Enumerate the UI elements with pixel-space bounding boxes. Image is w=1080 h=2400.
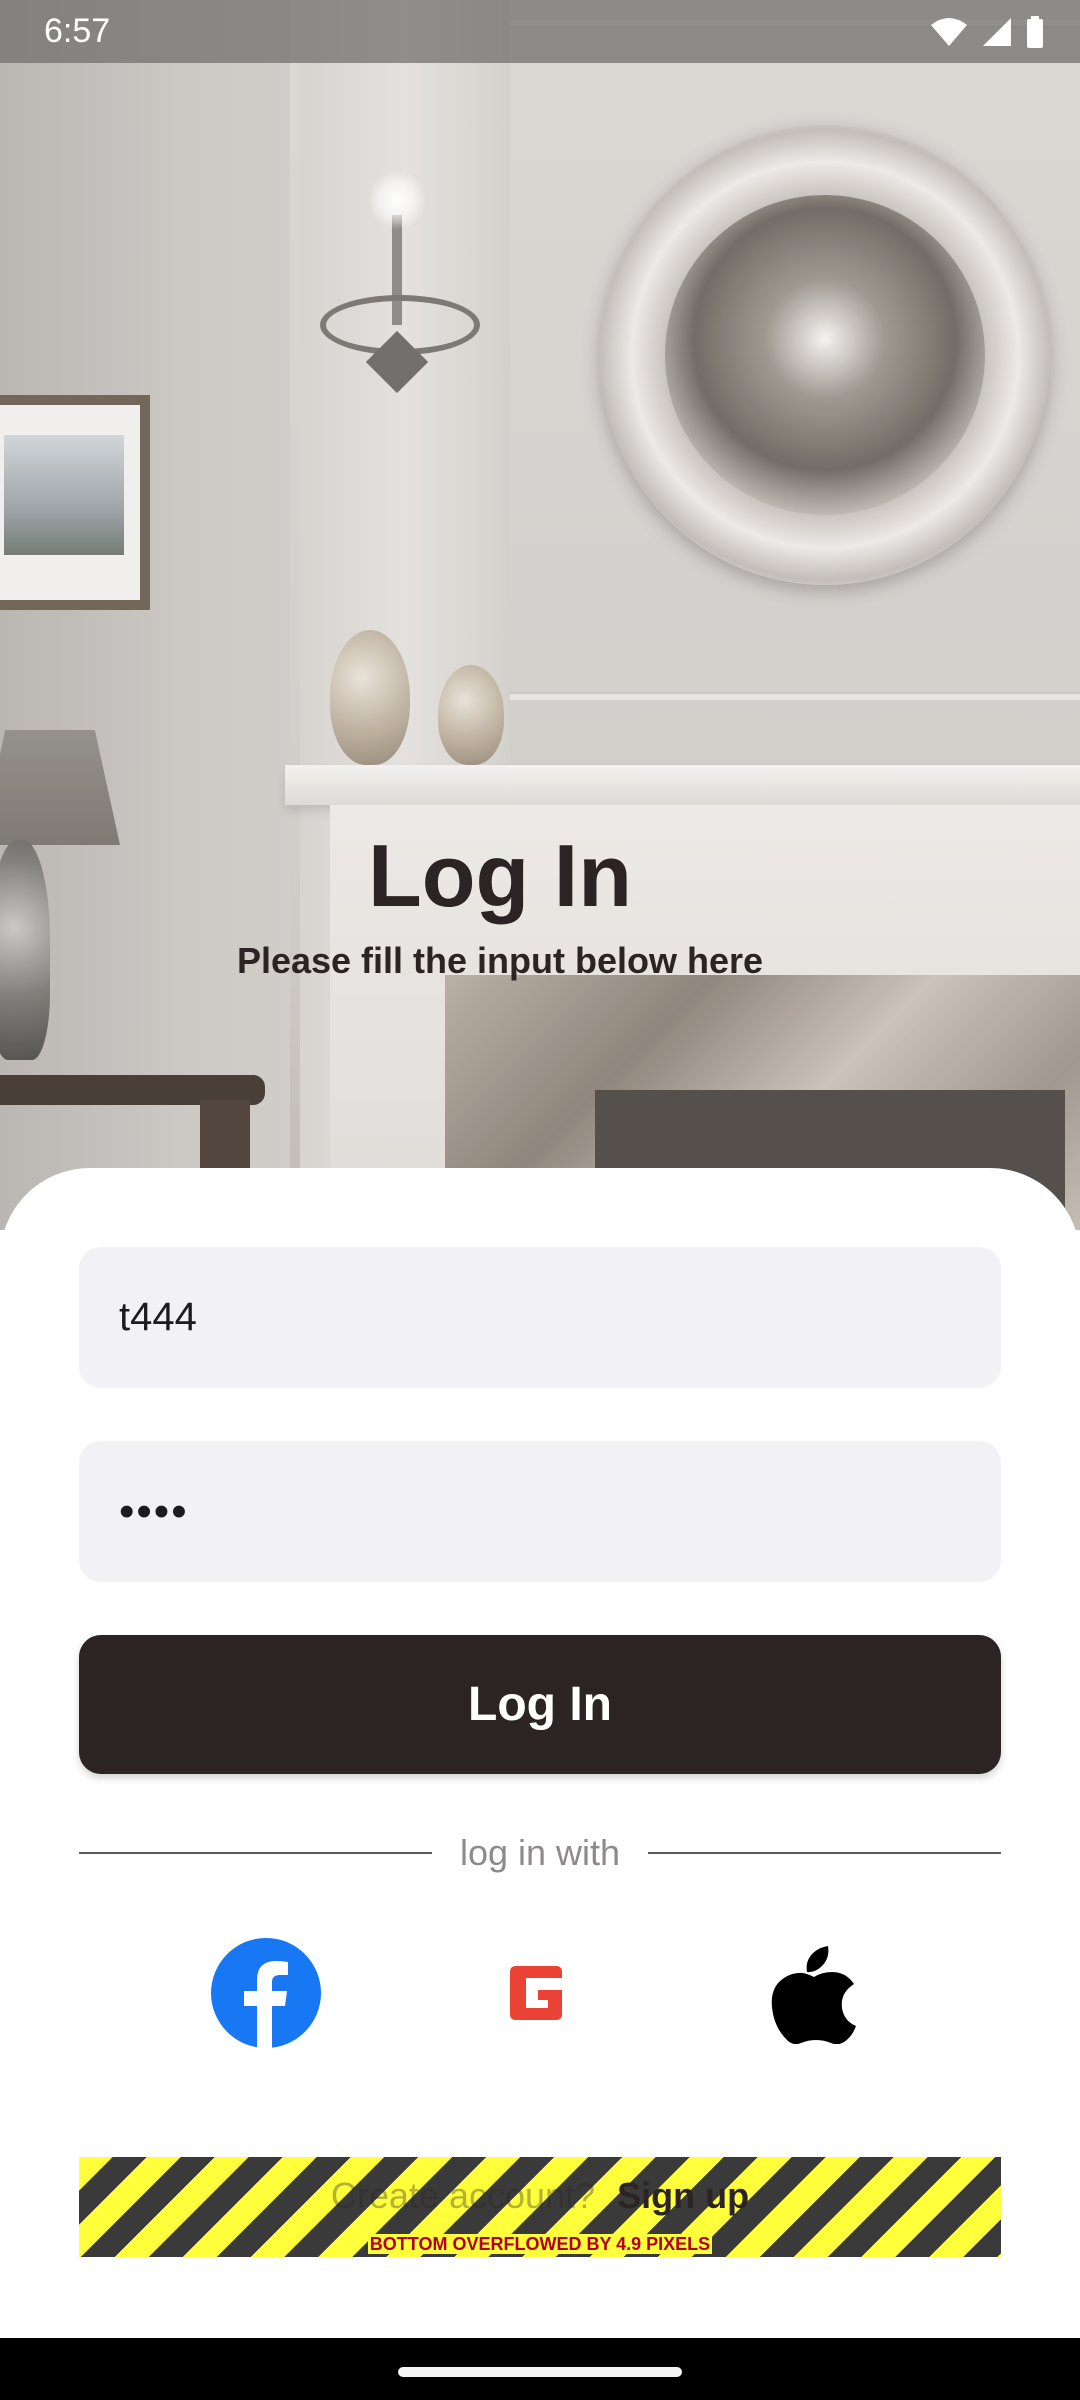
password-field[interactable]: ••••	[79, 1441, 1001, 1582]
page-title: Log In	[368, 826, 632, 925]
login-button-label: Log In	[468, 1678, 612, 1731]
username-value: t444	[119, 1295, 197, 1339]
home-gesture-handle[interactable]	[398, 2367, 682, 2377]
background-photo	[0, 0, 1080, 1230]
cellular-signal-icon	[983, 17, 1011, 46]
status-time: 6:57	[44, 12, 111, 50]
navigation-bar	[0, 2338, 1080, 2400]
username-field[interactable]: t444	[79, 1247, 1001, 1388]
facebook-icon	[211, 1938, 321, 2048]
apple-login-button[interactable]	[768, 1940, 860, 2046]
divider-line-right	[648, 1852, 1001, 1854]
login-screen: 6:57 Log In Please fill the input below …	[0, 0, 1080, 2400]
overflow-warning-label-wrap: BOTTOM OVERFLOWED BY 4.9 PIXELS	[79, 2234, 1001, 2255]
status-icons	[930, 15, 1044, 48]
login-button[interactable]: Log In	[79, 1635, 1001, 1774]
divider-text: log in with	[459, 1832, 621, 1873]
signup-link[interactable]: Sign up	[617, 2175, 749, 2216]
status-bar: 6:57	[0, 0, 1080, 63]
facebook-login-button[interactable]	[211, 1938, 321, 2048]
signup-prompt: Create account?	[330, 2175, 596, 2216]
apple-icon	[771, 1946, 856, 2044]
signup-row: Create account? Sign up	[79, 2175, 1001, 2217]
google-login-button[interactable]	[505, 1958, 567, 2028]
divider-line-left	[79, 1852, 432, 1854]
social-divider: log in with	[79, 1825, 1001, 1881]
overflow-warning-text: BOTTOM OVERFLOWED BY 4.9 PIXELS	[367, 2234, 713, 2254]
wifi-icon	[931, 17, 967, 46]
page-subtitle: Please fill the input below here	[236, 940, 764, 981]
overflow-warning-strip: Create account? Sign up BOTTOM OVERFLOWE…	[79, 2157, 1001, 2257]
battery-icon	[1027, 15, 1043, 48]
google-icon	[510, 1966, 562, 2020]
password-value: ••••	[119, 1486, 189, 1536]
